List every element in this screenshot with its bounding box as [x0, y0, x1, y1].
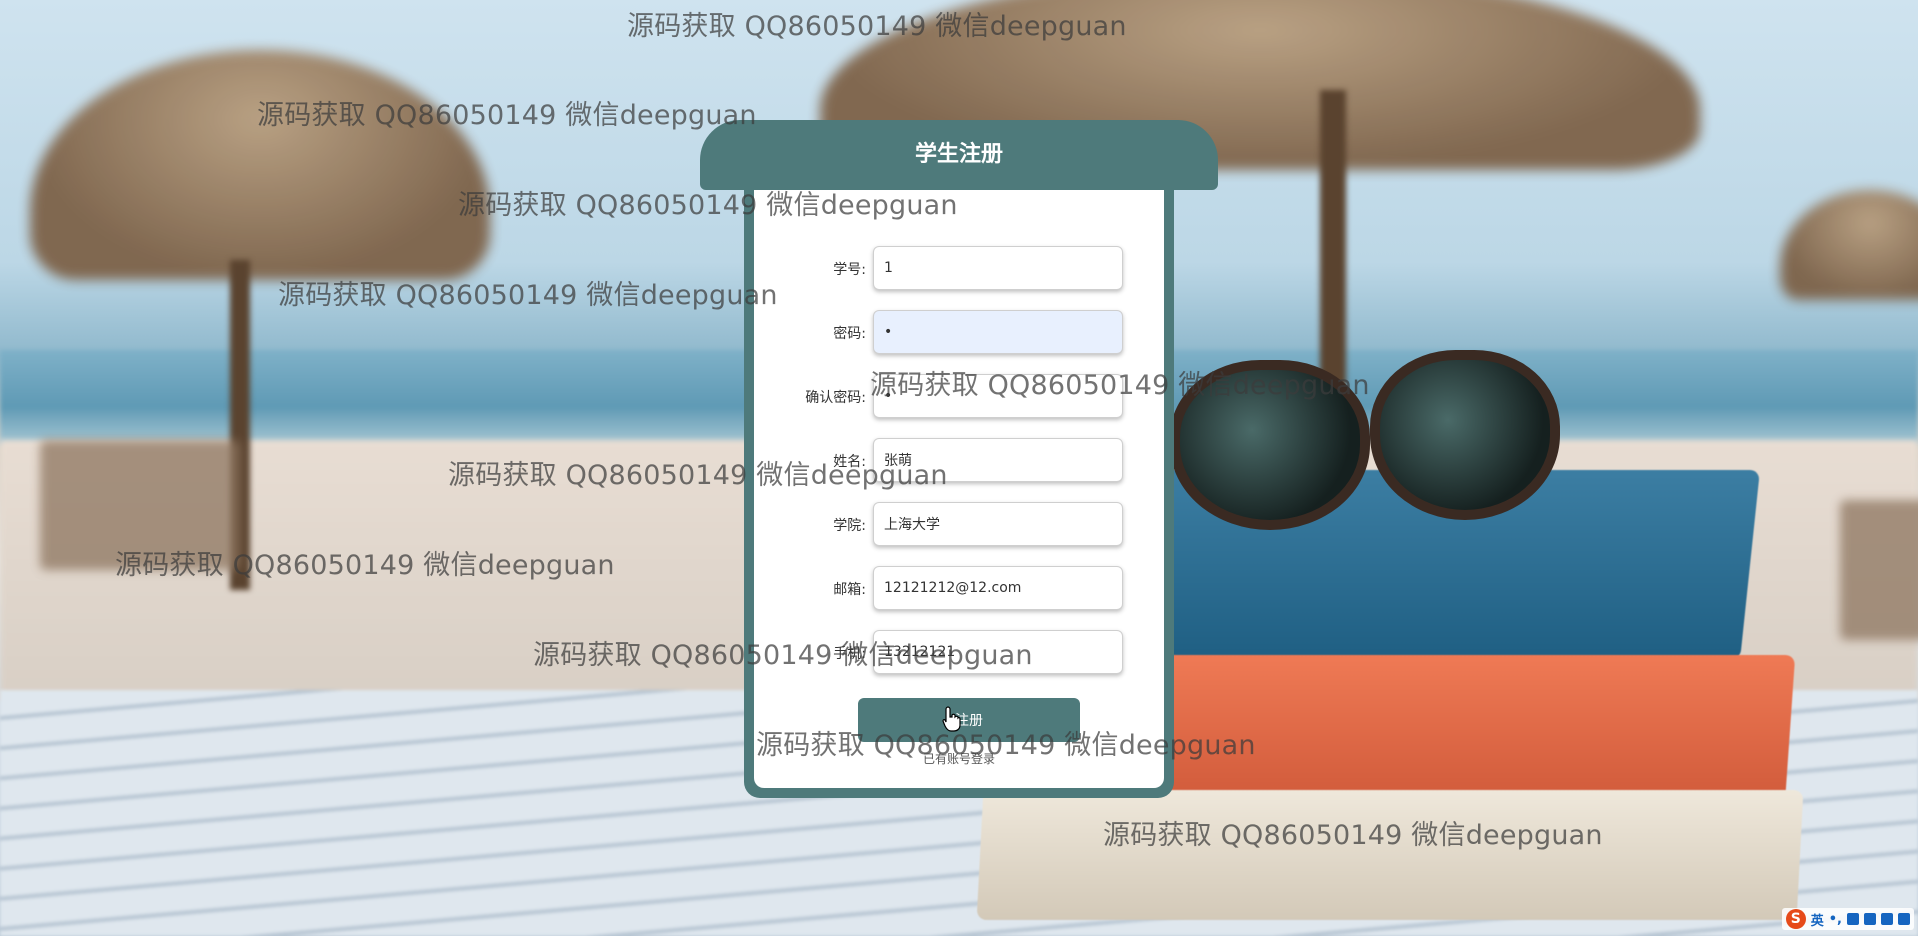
book-orange — [1104, 655, 1796, 805]
ime-language[interactable]: 英 — [1811, 910, 1824, 929]
college-row: 学院: — [754, 502, 1164, 550]
ime-toolbar[interactable]: S 英 •, — [1781, 908, 1914, 930]
keyboard-icon[interactable] — [1864, 913, 1876, 925]
student-id-label: 学号: — [833, 262, 866, 278]
phone-label: 手机: — [833, 646, 866, 662]
skin-icon[interactable] — [1881, 913, 1893, 925]
login-link[interactable]: 已有账号登录 — [754, 750, 1164, 767]
beach-chair — [40, 440, 240, 570]
page-title: 学生注册 — [700, 120, 1218, 190]
confirm-password-row: 确认密码: — [754, 374, 1164, 422]
toolbox-icon[interactable] — [1898, 913, 1910, 925]
umbrella-left — [30, 50, 490, 280]
password-input[interactable] — [873, 310, 1123, 354]
confirm-password-input[interactable] — [873, 374, 1123, 418]
sogou-logo-icon: S — [1785, 909, 1806, 929]
sunglasses-lens — [1170, 360, 1370, 530]
confirm-password-label: 确认密码: — [805, 390, 866, 406]
password-label: 密码: — [833, 326, 866, 342]
book-cream — [976, 790, 1804, 920]
umbrella-far — [1780, 190, 1918, 300]
beach-chair — [1840, 500, 1918, 640]
college-label: 学院: — [833, 518, 866, 534]
phone-row: 手机: — [754, 630, 1164, 678]
register-form: 学号: 密码: 确认密码: 姓名: 学院: 邮箱: 手机: 注册 已有账号登录 — [754, 190, 1164, 788]
sunglasses-lens — [1370, 350, 1560, 520]
name-label: 姓名: — [833, 454, 866, 470]
register-button[interactable]: 注册 — [858, 698, 1080, 742]
phone-input[interactable] — [873, 630, 1123, 674]
name-input[interactable] — [873, 438, 1123, 482]
microphone-icon[interactable] — [1847, 913, 1859, 925]
hand-cursor-icon — [942, 706, 961, 732]
register-card: 学号: 密码: 确认密码: 姓名: 学院: 邮箱: 手机: 注册 已有账号登录 — [744, 150, 1174, 798]
student-id-row: 学号: — [754, 246, 1164, 294]
email-label: 邮箱: — [833, 582, 866, 598]
ime-punctuation[interactable]: •, — [1829, 912, 1842, 927]
email-input[interactable] — [873, 566, 1123, 610]
student-id-input[interactable] — [873, 246, 1123, 290]
name-row: 姓名: — [754, 438, 1164, 486]
password-row: 密码: — [754, 310, 1164, 358]
college-input[interactable] — [873, 502, 1123, 546]
email-row: 邮箱: — [754, 566, 1164, 614]
